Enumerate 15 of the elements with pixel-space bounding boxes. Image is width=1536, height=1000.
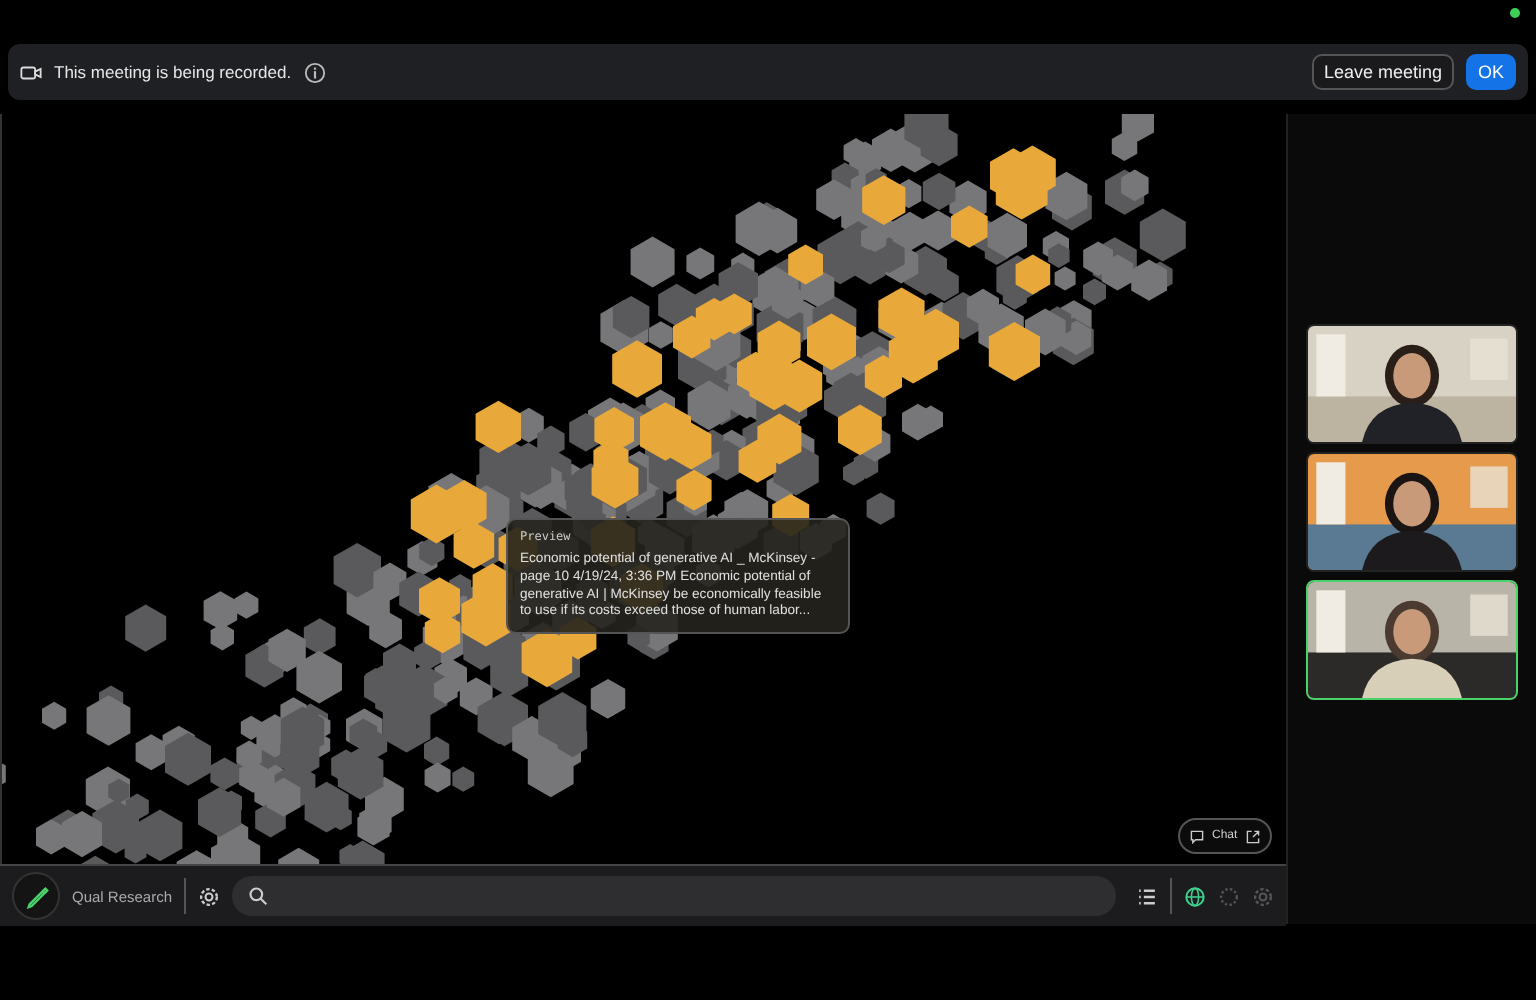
camera-icon — [20, 61, 42, 83]
status-dot — [1510, 7, 1520, 17]
info-icon[interactable] — [303, 61, 326, 83]
search-field[interactable] — [232, 876, 1116, 916]
globe-icon[interactable] — [1184, 885, 1206, 907]
external-link-icon — [1245, 829, 1260, 843]
recording-message: This meeting is being recorded. — [54, 62, 292, 82]
search-icon — [248, 886, 269, 906]
chat-icon — [1190, 829, 1204, 843]
pencil-button[interactable] — [12, 872, 60, 920]
pencil-icon — [23, 883, 49, 909]
settings-icon[interactable] — [198, 885, 221, 907]
ok-button[interactable]: OK — [1465, 54, 1516, 90]
list-icon[interactable] — [1136, 885, 1158, 907]
leave-meeting-button[interactable]: Leave meeting — [1311, 54, 1454, 90]
